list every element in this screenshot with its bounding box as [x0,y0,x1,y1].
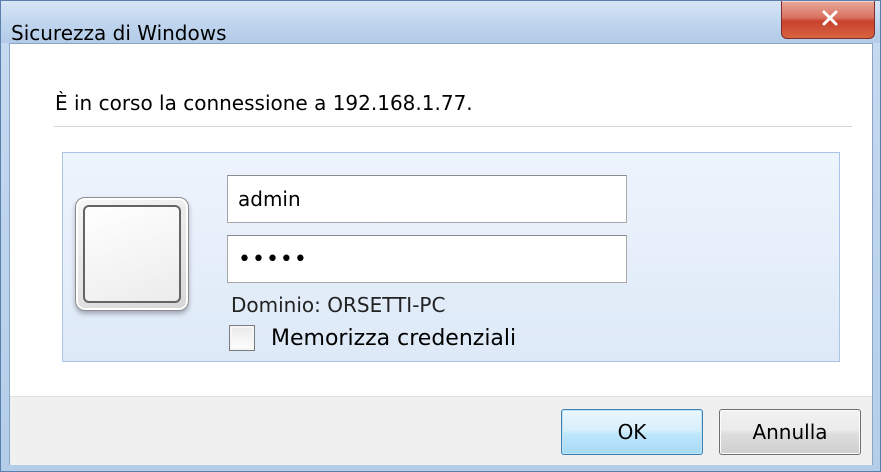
username-input[interactable] [227,175,627,223]
dialog-client-area: È in corso la connessione a 192.168.1.77… [9,43,873,465]
connection-message: È in corso la connessione a 192.168.1.77… [55,91,473,115]
windows-security-dialog: Sicurezza di Windows È in corso la conne… [0,0,881,472]
close-icon [822,10,838,26]
password-input[interactable] [227,235,627,283]
close-button[interactable] [781,1,875,39]
domain-label: Dominio: ORSETTI-PC [231,293,446,317]
cancel-button[interactable]: Annulla [719,409,861,455]
user-tile-frame [83,205,181,303]
user-tile-icon [75,197,189,311]
dialog-footer: OK Annulla [10,396,872,465]
ok-button[interactable]: OK [561,409,703,455]
remember-credentials-checkbox[interactable] [229,325,255,351]
window-title: Sicurezza di Windows [11,21,227,45]
title-bar[interactable]: Sicurezza di Windows [1,1,880,45]
credential-panel: Dominio: ORSETTI-PC Memorizza credenzial… [62,152,840,362]
remember-credentials-label[interactable]: Memorizza credenziali [271,326,516,352]
separator [54,126,852,127]
